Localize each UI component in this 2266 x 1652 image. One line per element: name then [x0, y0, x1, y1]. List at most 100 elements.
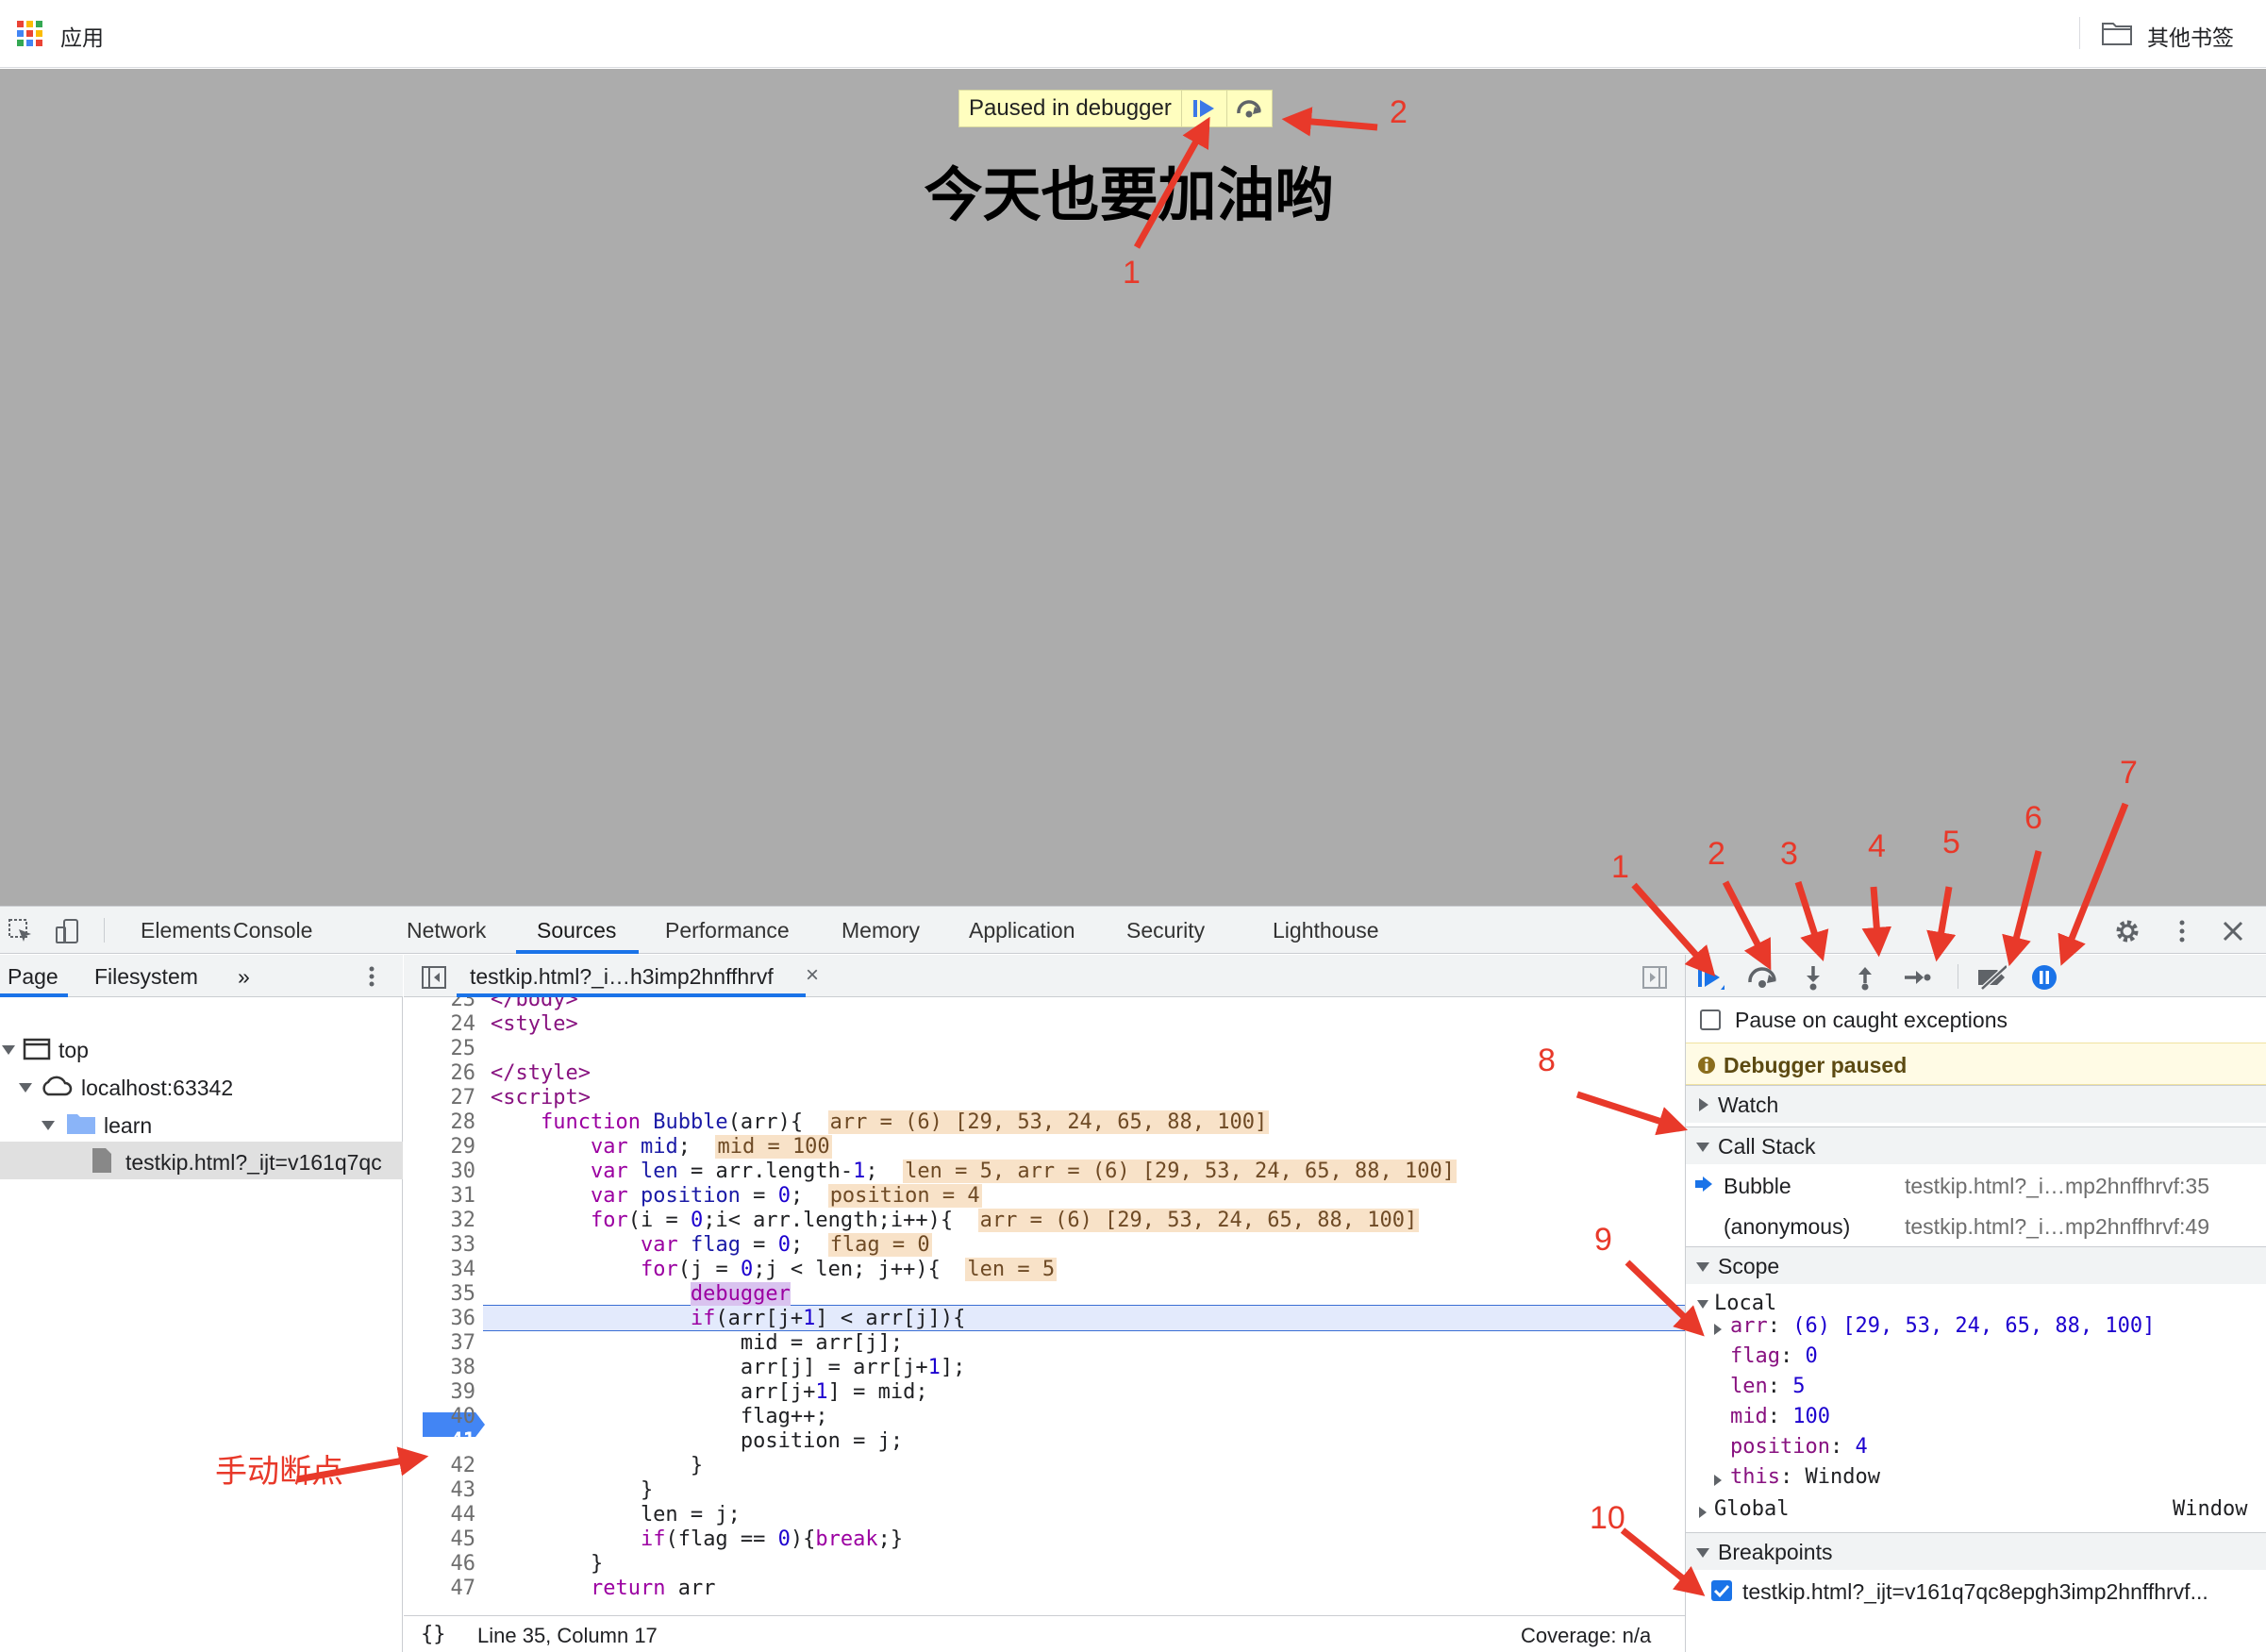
collapse-breakpoints-icon: [1696, 1548, 1709, 1558]
call-stack-section-header[interactable]: Call Stack: [1686, 1126, 2266, 1164]
paused-banner-text: Debugger paused: [1724, 1053, 1908, 1077]
bookmarks-bar: 应用 其他书签: [0, 0, 2266, 68]
frame-location[interactable]: testkip.html?_i…mp2hnffhrvf:35: [1905, 1174, 2209, 1199]
toggle-navigator-icon[interactable]: [421, 965, 447, 990]
code-line: 36 if(arr[j+1] < arr[j]){: [450, 1307, 966, 1330]
tab-application[interactable]: Application: [969, 918, 1075, 943]
tree-item-top[interactable]: top: [58, 1038, 89, 1063]
other-bookmarks[interactable]: 其他书签: [2147, 20, 2234, 52]
step-over-button[interactable]: [1746, 962, 1776, 993]
scope-var-position: position: 4: [1730, 1435, 1868, 1459]
close-tab-icon[interactable]: ×: [806, 962, 819, 989]
close-devtools-icon[interactable]: [2220, 918, 2246, 944]
code-line: 38 arr[j] = arr[j+1];: [450, 1356, 966, 1379]
step-out-button[interactable]: [1850, 962, 1880, 993]
file-icon: [92, 1148, 111, 1173]
code-line: 35 debugger: [450, 1282, 791, 1306]
navigator-menu-icon[interactable]: [360, 964, 383, 989]
step-into-button[interactable]: [1798, 962, 1828, 993]
scope-var-arr[interactable]: arr: (6) [29, 53, 24, 65, 88, 100]: [1730, 1314, 2155, 1338]
pause-caught-checkbox[interactable]: [1700, 1010, 1721, 1030]
expand-this-icon[interactable]: [1714, 1475, 1722, 1486]
expand-folder-icon[interactable]: [42, 1121, 55, 1130]
tab-filesystem[interactable]: Filesystem: [94, 964, 198, 990]
file-tab[interactable]: testkip.html?_i…h3imp2hnffhrvf: [470, 964, 774, 990]
annotation-page-2: 2: [1390, 94, 1408, 130]
resume-button[interactable]: [1695, 962, 1725, 993]
pretty-print-button[interactable]: {}: [421, 1623, 446, 1646]
watch-section-header[interactable]: Watch: [1686, 1085, 2266, 1123]
bookmark-divider: [2079, 17, 2080, 49]
code-line: 42 }: [450, 1454, 704, 1477]
more-tabs-button[interactable]: »: [238, 964, 250, 990]
breakpoint-item[interactable]: testkip.html?_ijt=v161q7qc8epgh3imp2hnff…: [1686, 1570, 2266, 1611]
info-icon: [1698, 1057, 1715, 1074]
code-line: 29 var mid; mid = 100: [450, 1135, 832, 1159]
breakpoint-checkbox[interactable]: [1710, 1579, 1733, 1602]
global-scope-label[interactable]: Global: [1714, 1497, 1789, 1521]
pause-caught-row: Pause on caught exceptions: [1686, 997, 2266, 1041]
code-line: 37 mid = arr[j];: [450, 1331, 904, 1355]
device-toolbar-icon[interactable]: [55, 918, 81, 944]
tab-memory[interactable]: Memory: [841, 918, 920, 943]
local-scope-label[interactable]: Local: [1714, 1292, 1776, 1315]
tree-item-file[interactable]: testkip.html?_ijt=v161q7qc: [125, 1150, 403, 1176]
breakpoints-section-header[interactable]: Breakpoints: [1686, 1532, 2266, 1570]
apps-bookmark[interactable]: 应用: [60, 20, 104, 52]
annotation-toolbar-6: 6: [2024, 800, 2042, 836]
tab-performance[interactable]: Performance: [665, 918, 790, 943]
code-line: 28 function Bubble(arr){ arr = (6) [29, …: [450, 1110, 1270, 1134]
tab-lighthouse[interactable]: Lighthouse: [1273, 918, 1379, 943]
code-line: 32 for(i = 0;i< arr.length;i++){ arr = (…: [450, 1209, 1420, 1232]
expand-host-icon[interactable]: [19, 1083, 32, 1093]
tab-network[interactable]: Network: [407, 918, 486, 943]
step-button[interactable]: [1902, 962, 1932, 993]
more-options-icon[interactable]: [2169, 918, 2195, 944]
editor-statusbar: {} Line 35, Column 17 Coverage: n/a: [404, 1615, 1685, 1652]
tree-item-localhost[interactable]: localhost:63342: [81, 1076, 233, 1101]
frame-location[interactable]: testkip.html?_i…mp2hnffhrvf:49: [1905, 1214, 2209, 1240]
scope-section-header[interactable]: Scope: [1686, 1246, 2266, 1284]
step-over-overlay-button[interactable]: [1225, 91, 1272, 126]
code-view[interactable]: 23 </body> 24 <style> 25 26 </style> 27 <scr…: [404, 997, 1685, 1601]
inspect-element-icon[interactable]: [8, 918, 34, 944]
navigator-tabs: Page Filesystem »: [0, 955, 403, 997]
tab-console[interactable]: Console: [233, 918, 312, 943]
deactivate-breakpoints-button[interactable]: [1976, 962, 2007, 993]
tab-security[interactable]: Security: [1126, 918, 1205, 943]
expand-top-icon[interactable]: [2, 1045, 15, 1055]
editor-pane: testkip.html?_i…h3imp2hnffhrvf × 23 </bod…: [404, 955, 1685, 1652]
pause-on-exceptions-button[interactable]: [2029, 962, 2059, 993]
apps-grid-icon[interactable]: [17, 21, 42, 46]
annotation-scope: 9: [1594, 1222, 1612, 1258]
watch-title: Watch: [1718, 1093, 1779, 1117]
debugger-toolbar: [1686, 955, 2266, 997]
collapse-local-icon[interactable]: [1697, 1300, 1708, 1309]
devtools-tabbar: Elements Console Network Sources Perform…: [0, 907, 2266, 954]
deactivate-breakpoints-icon: [1978, 964, 2007, 991]
folder-icon[interactable]: [2102, 21, 2132, 45]
call-frame[interactable]: (anonymous) testkip.html?_i…mp2hnffhrvf:…: [1686, 1205, 2266, 1245]
toggle-debugger-icon[interactable]: [1641, 965, 1668, 990]
scope-var-this[interactable]: this: Window: [1730, 1465, 1880, 1489]
resume-icon: [1193, 100, 1215, 117]
settings-gear-icon[interactable]: [2114, 918, 2141, 944]
tab-page[interactable]: Page: [8, 964, 58, 990]
expand-arr-icon[interactable]: [1714, 1324, 1722, 1335]
current-frame-arrow-icon: [1695, 1176, 1712, 1192]
resume-overlay-button[interactable]: [1180, 91, 1226, 126]
tab-sources[interactable]: Sources: [537, 918, 616, 943]
code-line: 34 for(j = 0;j < len; j++){ len = 5: [450, 1258, 1058, 1281]
scope-var-mid: mid: 100: [1730, 1405, 1830, 1428]
tab-elements[interactable]: Elements: [141, 918, 231, 943]
code-line: 27 <script>: [450, 1086, 591, 1110]
page-heading: 今天也要加油哟: [924, 163, 1334, 228]
expand-global-icon[interactable]: [1699, 1507, 1707, 1518]
code-line: 26 </style>: [450, 1061, 591, 1085]
step-over-icon: [1748, 967, 1776, 988]
tree-item-learn[interactable]: learn: [104, 1113, 152, 1139]
annotation-breakpoints: 10: [1590, 1500, 1625, 1536]
call-frame[interactable]: Bubble testkip.html?_i…mp2hnffhrvf:35: [1686, 1164, 2266, 1205]
active-tab-indicator: [516, 950, 639, 954]
paused-overlay: Paused in debugger: [958, 90, 1273, 127]
